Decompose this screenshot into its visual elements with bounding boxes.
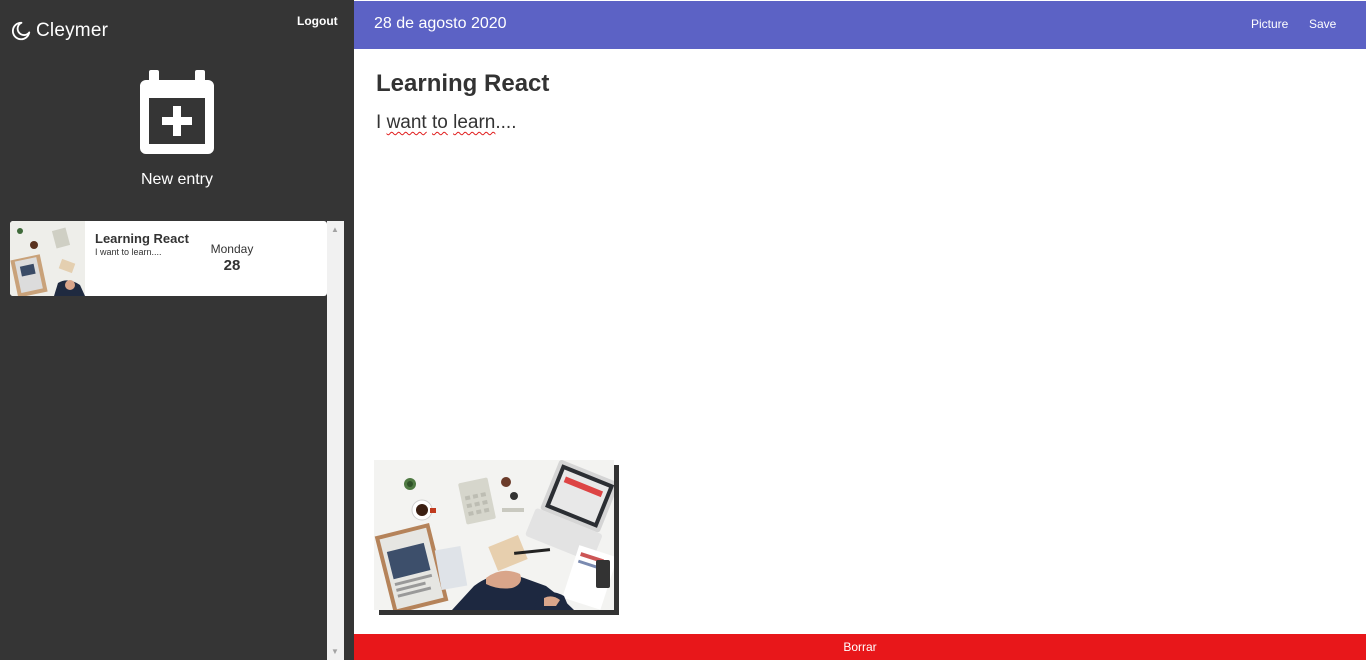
entry-snippet: I want to learn....: [95, 247, 162, 257]
note-body-word: to: [431, 112, 448, 133]
note-toolbar: 28 de agosto 2020 Picture Save: [354, 1, 1366, 49]
scroll-up-arrow-icon[interactable]: ▲: [331, 226, 339, 234]
brand: Cleymer: [10, 20, 108, 42]
note-body-word: want: [386, 112, 427, 133]
logout-button[interactable]: Logout: [297, 14, 338, 28]
picture-button[interactable]: Picture: [1251, 17, 1288, 31]
moon-icon: [11, 21, 31, 41]
entry-day-number: 28: [223, 257, 241, 274]
note-date: 28 de agosto 2020: [374, 15, 507, 32]
save-button[interactable]: Save: [1309, 17, 1336, 31]
delete-button[interactable]: Borrar: [354, 634, 1366, 660]
scroll-down-arrow-icon[interactable]: ▼: [331, 648, 339, 656]
entry-title: Learning React: [95, 231, 189, 246]
journal-entries-list: Learning React I want to learn.... Monda…: [10, 221, 344, 660]
journal-entry[interactable]: Learning React I want to learn.... Monda…: [10, 221, 327, 296]
entry-text: Learning React I want to learn....: [95, 231, 205, 257]
new-entry-label: New entry: [140, 171, 214, 188]
calendar-plus-icon: [140, 70, 214, 154]
note-body-ellipsis: ....: [495, 112, 517, 133]
new-entry-button[interactable]: New entry: [0, 70, 354, 189]
note-image: [374, 460, 619, 615]
note-body-textarea[interactable]: I want to learn....: [376, 112, 517, 134]
note-title-input[interactable]: Learning React: [376, 70, 549, 98]
sidebar: Cleymer Logout New entry Learning React …: [0, 0, 354, 660]
note-body-word: learn: [453, 112, 496, 133]
note-editor: 28 de agosto 2020 Picture Save Learning …: [354, 0, 1366, 660]
note-body-word: I: [376, 112, 382, 133]
entry-thumbnail: [10, 221, 85, 296]
entry-date: Monday 28: [202, 242, 262, 274]
entry-day-name: Monday: [210, 242, 254, 256]
brand-name: Cleymer: [36, 20, 109, 41]
entries-scrollbar[interactable]: ▲ ▼: [327, 221, 344, 660]
note-picture: [374, 460, 614, 610]
